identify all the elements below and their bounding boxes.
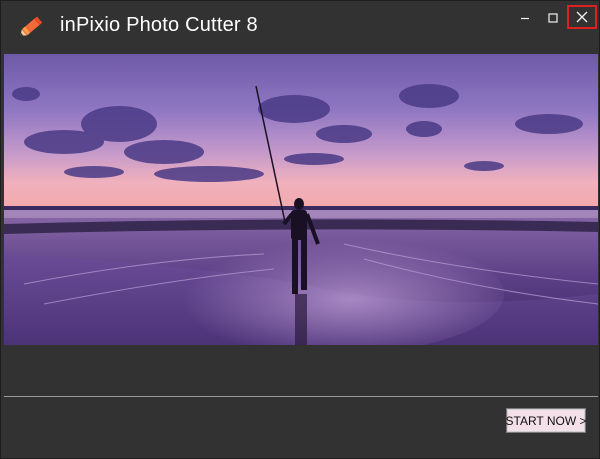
pencil-logo-icon [17, 11, 47, 41]
sunset-beach-fisherman-photo [4, 54, 598, 345]
title-bar[interactable]: inPixio Photo Cutter 8 [1, 1, 599, 51]
minimize-icon [521, 17, 529, 20]
close-button[interactable] [567, 5, 597, 29]
footer-divider [4, 396, 598, 397]
close-icon [576, 11, 588, 23]
start-now-button[interactable]: START NOW > [506, 408, 587, 433]
minimize-button[interactable] [513, 9, 537, 27]
window-title: inPixio Photo Cutter 8 [60, 14, 258, 36]
maximize-button[interactable] [541, 9, 565, 27]
app-window: inPixio Photo Cutter 8 START NOW > [0, 0, 600, 459]
maximize-icon [548, 13, 558, 23]
